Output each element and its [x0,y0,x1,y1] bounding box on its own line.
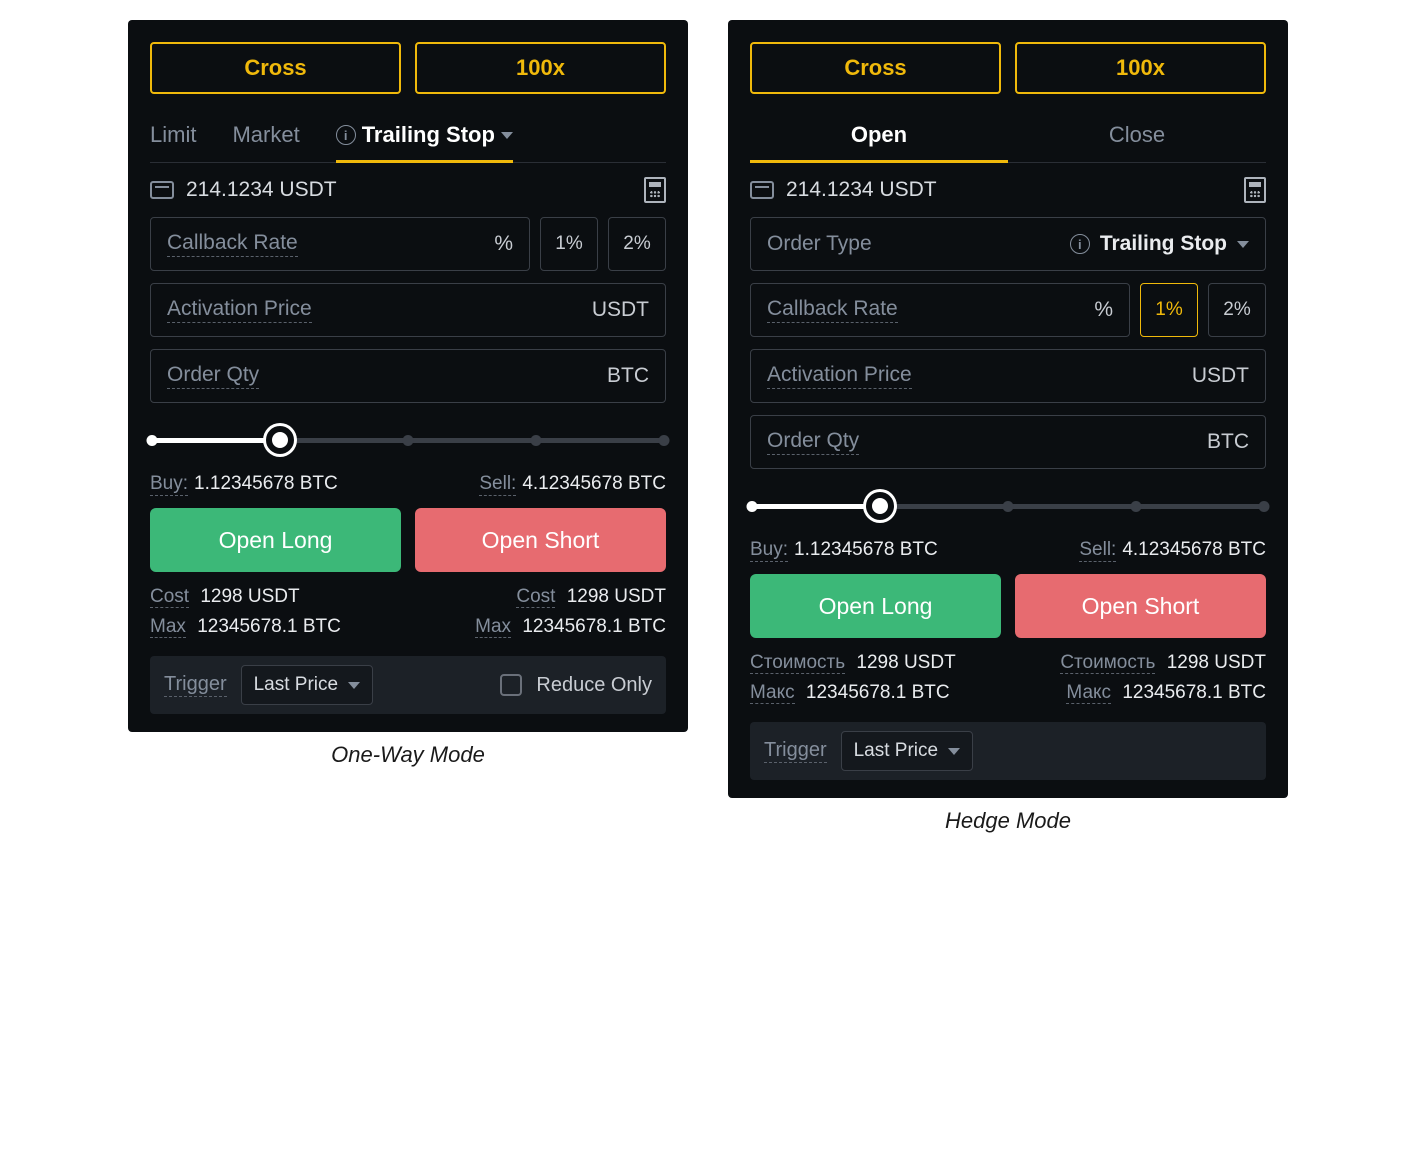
chevron-down-icon [348,682,360,689]
size-slider[interactable] [752,491,1264,521]
field-label: Callback Rate [767,297,898,323]
slider-thumb[interactable] [266,426,294,454]
size-slider[interactable] [152,425,664,455]
field-label: Activation Price [167,297,312,323]
position-tabs: Open Close [750,112,1266,163]
order-qty-input[interactable]: Order Qty BTC [750,415,1266,469]
field-label: Activation Price [767,363,912,389]
calculator-icon[interactable] [644,177,666,203]
info-icon[interactable]: i [336,125,356,145]
tab-trailing-stop[interactable]: i Trailing Stop [336,112,513,162]
trigger-label: Trigger [764,739,827,763]
caption-hedge: Hedge Mode [945,808,1071,834]
margin-mode-button[interactable]: Cross [150,42,401,94]
cost-long: 1298 USDT [856,652,955,673]
max-long: 12345678.1 BTC [197,616,341,637]
cost-short: 1298 USDT [1167,652,1266,673]
reduce-only-label: Reduce Only [536,674,652,697]
max-label: Макс [1066,682,1111,704]
field-unit: BTC [607,364,649,388]
max-short: 12345678.1 BTC [522,616,666,637]
slider-thumb[interactable] [866,492,894,520]
trigger-value: Last Price [854,740,938,762]
activation-price-input[interactable]: Activation Price USDT [750,349,1266,403]
wallet-icon [150,181,174,199]
buy-value: 1.12345678 BTC [194,473,338,495]
reduce-only-checkbox[interactable] [500,674,522,696]
trigger-select[interactable]: Last Price [841,731,973,771]
open-short-button[interactable]: Open Short [415,508,666,572]
max-long: 12345678.1 BTC [806,682,950,703]
info-icon[interactable]: i [1070,234,1090,254]
callback-preset-1pct[interactable]: 1% [540,217,598,271]
leverage-button[interactable]: 100x [1015,42,1266,94]
open-long-button[interactable]: Open Long [750,574,1001,638]
callback-rate-input[interactable]: Callback Rate % [150,217,530,271]
calculator-icon[interactable] [1244,177,1266,203]
order-type-select[interactable]: Order Type i Trailing Stop [750,217,1266,271]
callback-preset-2pct[interactable]: 2% [1208,283,1266,337]
chevron-down-icon[interactable] [501,132,513,139]
available-balance: 214.1234 USDT [786,178,937,202]
field-unit: % [1094,298,1113,322]
trigger-label: Trigger [164,673,227,697]
callback-preset-2pct[interactable]: 2% [608,217,666,271]
order-qty-input[interactable]: Order Qty BTC [150,349,666,403]
trigger-value: Last Price [254,674,338,696]
margin-mode-button[interactable]: Cross [750,42,1001,94]
sell-value: 4.12345678 BTC [522,473,666,495]
cost-long: 1298 USDT [200,586,299,607]
caption-oneway: One-Way Mode [331,742,485,768]
order-panel-hedge: Cross 100x Open Close 214.1234 USDT Orde… [728,20,1288,798]
tab-open[interactable]: Open [750,112,1008,162]
cost-label: Cost [150,586,189,608]
tab-label: Trailing Stop [362,122,495,148]
sell-label: Sell: [479,473,516,496]
buy-value: 1.12345678 BTC [794,539,938,561]
field-label: Order Qty [167,363,259,389]
buy-label: Buy: [750,539,788,562]
max-label: Max [150,616,186,638]
tab-market[interactable]: Market [232,112,299,162]
max-label: Макс [750,682,795,704]
cost-short: 1298 USDT [567,586,666,607]
wallet-icon [750,181,774,199]
field-unit: USDT [1192,364,1249,388]
order-panel-oneway: Cross 100x Limit Market i Trailing Stop … [128,20,688,732]
callback-rate-input[interactable]: Callback Rate % [750,283,1130,337]
max-label: Max [475,616,511,638]
field-unit: USDT [592,298,649,322]
leverage-button[interactable]: 100x [415,42,666,94]
sell-label: Sell: [1079,539,1116,562]
field-label: Order Type [767,232,872,257]
field-label: Order Qty [767,429,859,455]
callback-preset-1pct[interactable]: 1% [1140,283,1198,337]
open-short-button[interactable]: Open Short [1015,574,1266,638]
field-label: Callback Rate [167,231,298,257]
sell-value: 4.12345678 BTC [1122,539,1266,561]
field-unit: BTC [1207,430,1249,454]
cost-label: Cost [516,586,555,608]
tab-limit[interactable]: Limit [150,112,196,162]
chevron-down-icon [1237,241,1249,248]
available-balance: 214.1234 USDT [186,178,337,202]
order-type-tabs: Limit Market i Trailing Stop [150,112,666,163]
buy-label: Buy: [150,473,188,496]
open-long-button[interactable]: Open Long [150,508,401,572]
order-type-value: Trailing Stop [1100,232,1227,256]
max-short: 12345678.1 BTC [1122,682,1266,703]
tab-close[interactable]: Close [1008,112,1266,162]
cost-label: Стоимость [1060,652,1155,674]
cost-label: Стоимость [750,652,845,674]
activation-price-input[interactable]: Activation Price USDT [150,283,666,337]
trigger-select[interactable]: Last Price [241,665,373,705]
chevron-down-icon [948,748,960,755]
field-unit: % [494,232,513,256]
